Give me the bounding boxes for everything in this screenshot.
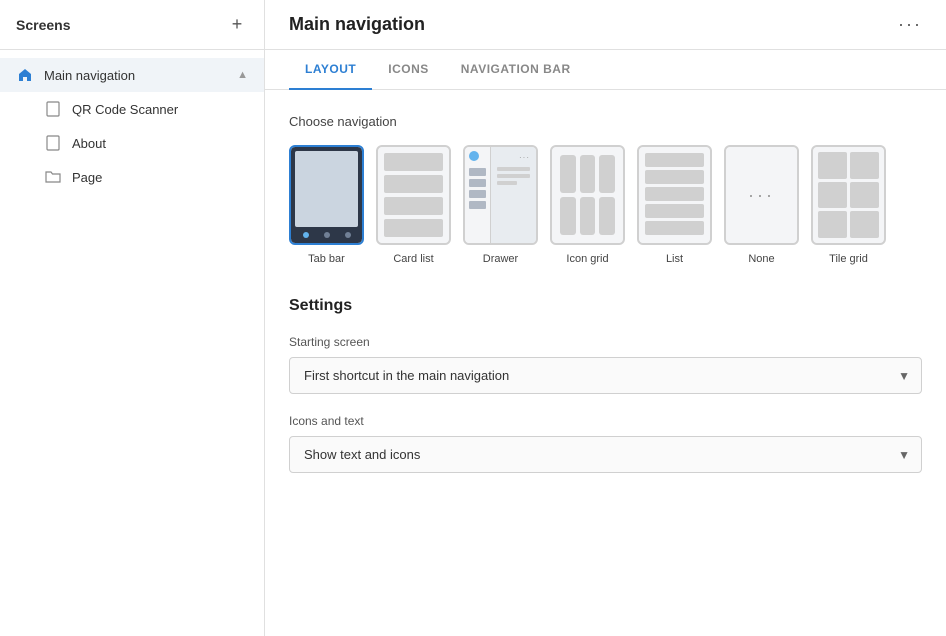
nav-option-none[interactable]: ··· None [724, 145, 799, 265]
nav-option-list[interactable]: List [637, 145, 712, 265]
icon-grid-label: Icon grid [566, 253, 608, 265]
card-list-preview [376, 145, 451, 245]
icons-and-text-label: Icons and text [289, 414, 922, 428]
folder-icon [44, 168, 62, 186]
sidebar: Screens + Main navigation ▲ QR Code Scan… [0, 0, 265, 636]
add-screen-button[interactable]: + [226, 14, 248, 36]
page-icon-about [44, 134, 62, 152]
nav-option-tab-bar[interactable]: Tab bar [289, 145, 364, 265]
home-icon [16, 66, 34, 84]
tile-grid-label: Tile grid [829, 253, 868, 265]
choose-navigation-label: Choose navigation [289, 114, 922, 129]
layout-content: Choose navigation Tab bar [265, 90, 946, 636]
tile-grid-preview [811, 145, 886, 245]
tabs-bar: LAYOUT ICONS NAVIGATION BAR [265, 50, 946, 90]
tab-icons[interactable]: ICONS [372, 50, 445, 90]
main-content: Main navigation ··· LAYOUT ICONS NAVIGAT… [265, 0, 946, 636]
sidebar-title: Screens [16, 17, 70, 33]
starting-screen-label: Starting screen [289, 335, 922, 349]
sidebar-item-page[interactable]: Page [0, 160, 264, 194]
sidebar-item-label-about: About [72, 136, 106, 151]
starting-screen-select-wrapper: First shortcut in the main navigation La… [289, 357, 922, 394]
nav-options-grid: Tab bar Card list [289, 145, 922, 265]
sidebar-item-main-navigation[interactable]: Main navigation ▲ [0, 58, 264, 92]
tab-navigation-bar[interactable]: NAVIGATION BAR [445, 50, 587, 90]
starting-screen-field: Starting screen First shortcut in the ma… [289, 335, 922, 394]
sidebar-item-label-qr: QR Code Scanner [72, 102, 178, 117]
tab-bar-preview [289, 145, 364, 245]
nav-option-card-list[interactable]: Card list [376, 145, 451, 265]
main-header: Main navigation ··· [265, 0, 946, 50]
settings-title: Settings [289, 297, 922, 315]
none-preview: ··· [724, 145, 799, 245]
card-list-label: Card list [393, 253, 433, 265]
icons-and-text-select-wrapper: Show text and icons Show icons only Show… [289, 436, 922, 473]
none-dots-icon: ··· [748, 185, 775, 206]
list-preview [637, 145, 712, 245]
sidebar-header: Screens + [0, 0, 264, 50]
sidebar-item-qr-code-scanner[interactable]: QR Code Scanner [0, 92, 264, 126]
sidebar-item-about[interactable]: About [0, 126, 264, 160]
icon-grid-preview [550, 145, 625, 245]
page-icon-qr [44, 100, 62, 118]
list-label: List [666, 253, 683, 265]
more-options-button[interactable]: ··· [898, 14, 922, 35]
icons-and-text-field: Icons and text Show text and icons Show … [289, 414, 922, 473]
tab-layout[interactable]: LAYOUT [289, 50, 372, 90]
sidebar-item-label-page: Page [72, 170, 102, 185]
starting-screen-select[interactable]: First shortcut in the main navigation La… [289, 357, 922, 394]
nav-option-drawer[interactable]: ··· Drawer [463, 145, 538, 265]
drawer-label: Drawer [483, 253, 518, 265]
chevron-up-icon: ▲ [237, 69, 248, 81]
nav-option-tile-grid[interactable]: Tile grid [811, 145, 886, 265]
sidebar-item-label-main-navigation: Main navigation [44, 68, 135, 83]
page-title: Main navigation [289, 14, 425, 35]
tab-bar-label: Tab bar [308, 253, 345, 265]
none-label: None [748, 253, 774, 265]
nav-option-icon-grid[interactable]: Icon grid [550, 145, 625, 265]
drawer-preview: ··· [463, 145, 538, 245]
icons-and-text-select[interactable]: Show text and icons Show icons only Show… [289, 436, 922, 473]
sidebar-items-list: Main navigation ▲ QR Code Scanner About [0, 50, 264, 202]
